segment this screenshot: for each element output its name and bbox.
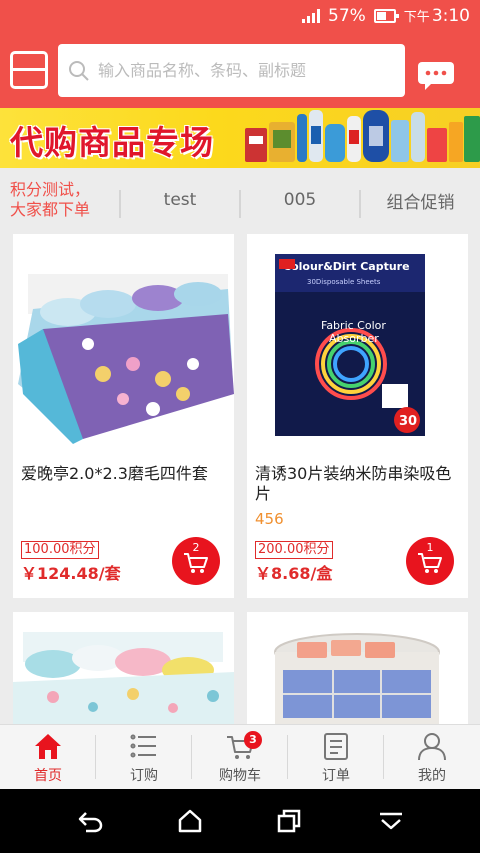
time: 3:10 — [431, 6, 470, 26]
chat-bubble-icon — [418, 62, 454, 90]
nav-cart-label: 购物车 — [219, 768, 261, 784]
search-box[interactable] — [58, 44, 405, 97]
search-icon — [68, 60, 90, 82]
product-card[interactable]: 爱晚亭2.0*2.3磨毛四件套 100.00积分 ￥124.48/套 2 — [13, 234, 234, 598]
nav-orders-label: 订单 — [322, 768, 350, 784]
category-menu-button[interactable] — [10, 51, 48, 89]
list-icon — [130, 734, 156, 758]
bottom-navigation: 首页 订购 3 购物车 订单 我的 — [0, 724, 480, 789]
back-icon[interactable] — [78, 809, 104, 833]
nav-orders[interactable]: 订单 — [288, 725, 384, 790]
cart-icon — [184, 553, 208, 573]
product-subtitle: 456 — [255, 510, 284, 528]
product-title: 爱晚亭2.0*2.3磨毛四件套 — [21, 464, 208, 483]
product-card[interactable]: Colour&Dirt Capture 30Disposable Sheets … — [247, 234, 468, 598]
clock: 下午 3:10 — [404, 6, 470, 26]
product-image[interactable] — [13, 234, 234, 452]
nav-home-label: 首页 — [34, 768, 62, 784]
collapse-icon[interactable] — [378, 809, 404, 833]
box-text-badge: 30 — [399, 414, 417, 429]
product-card[interactable] — [247, 612, 468, 724]
nav-order-label: 订购 — [130, 768, 158, 784]
product-title: 清诱30片装纳米防串染吸色片 — [255, 464, 452, 503]
promo-banner[interactable]: 代购商品专场 — [0, 108, 480, 168]
product-image[interactable]: Colour&Dirt Capture 30Disposable Sheets … — [247, 234, 468, 452]
box-text-line2: 30Disposable Sheets — [307, 278, 381, 286]
recent-apps-icon[interactable] — [277, 809, 301, 833]
storage-box-photo-icon — [247, 612, 468, 724]
battery-percent: 57% — [328, 6, 366, 26]
product-price: ￥8.68/盒 — [255, 564, 333, 583]
battery-icon — [373, 9, 399, 23]
user-icon — [418, 733, 446, 761]
banner-goods-image — [245, 110, 480, 162]
home-system-icon[interactable] — [178, 809, 202, 833]
product-card[interactable] — [13, 612, 234, 724]
nav-mine-label: 我的 — [418, 768, 446, 784]
add-to-cart-button[interactable]: 1 — [406, 537, 454, 585]
order-icon — [324, 733, 348, 760]
nav-mine[interactable]: 我的 — [384, 725, 480, 790]
box-text-line4: Absorber — [329, 332, 379, 345]
top-bar — [0, 33, 480, 108]
banner-title: 代购商品专场 — [10, 123, 214, 162]
home-icon — [35, 734, 61, 759]
time-period: 下午 — [403, 10, 430, 25]
cart-badge: 3 — [244, 731, 262, 749]
points-badge: 200.00积分 — [255, 541, 333, 559]
message-button[interactable] — [417, 61, 455, 91]
nav-cart[interactable]: 3 购物车 — [192, 725, 288, 790]
tab-combo-promo[interactable]: 组合促销 — [361, 178, 480, 222]
search-input[interactable] — [98, 61, 388, 80]
tab-005[interactable]: 005 — [241, 178, 359, 222]
product-price: ￥124.48/套 — [21, 564, 121, 583]
bedding-set-photo-2-icon — [13, 612, 234, 724]
system-navigation-bar — [0, 789, 480, 853]
status-bar: 57% 下午 3:10 — [0, 0, 480, 33]
signal-icon — [302, 9, 320, 23]
category-tabs: 积分测试， 大家都下单 test 005 组合促销 — [0, 168, 480, 230]
nav-order[interactable]: 订购 — [96, 725, 192, 790]
bedding-set-photo-icon — [13, 234, 234, 452]
box-text-line1: Colour&Dirt Capture — [283, 260, 410, 273]
tab-test[interactable]: test — [121, 178, 239, 222]
nav-home[interactable]: 首页 — [0, 725, 96, 790]
color-catcher-box-icon: Colour&Dirt Capture 30Disposable Sheets … — [247, 234, 468, 452]
points-badge: 100.00积分 — [21, 541, 99, 559]
box-text-line3: Fabric Color — [321, 319, 386, 332]
cart-icon — [418, 553, 442, 573]
tab-points-test[interactable]: 积分测试， 大家都下单 — [10, 178, 120, 222]
add-to-cart-button[interactable]: 2 — [172, 537, 220, 585]
